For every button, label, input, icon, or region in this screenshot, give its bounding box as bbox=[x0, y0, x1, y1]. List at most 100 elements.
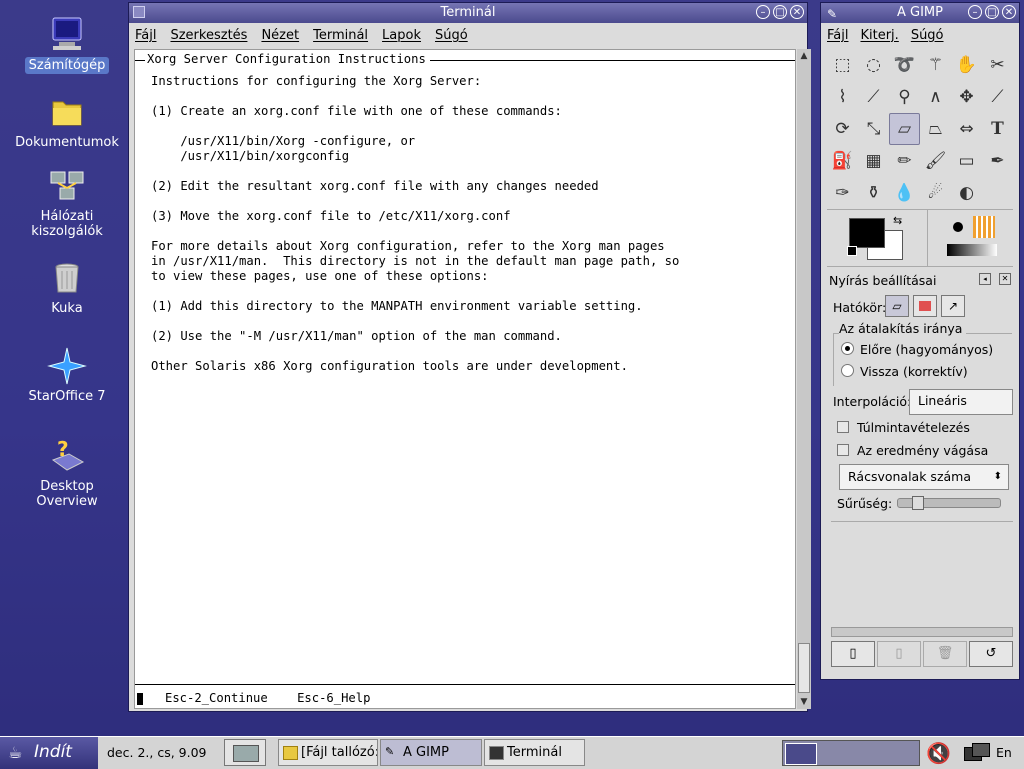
flip-icon[interactable]: ⇔ bbox=[951, 113, 982, 145]
bucket-fill-icon[interactable]: ⛽ bbox=[827, 145, 858, 177]
maximize-button[interactable]: □ bbox=[773, 5, 787, 19]
ellipse-select-icon[interactable]: ◌ bbox=[858, 49, 889, 81]
menu-file[interactable]: Fájl bbox=[135, 28, 156, 43]
scope-layer-button[interactable]: ▱ bbox=[885, 295, 909, 317]
zoom-icon[interactable]: ⚲ bbox=[889, 81, 920, 113]
start-button[interactable]: ☕ Indít bbox=[0, 737, 98, 769]
gimp-toolbox-window[interactable]: ✎ A GIMP – □ ✕ Fájl Kiterj. Súgó ⬚ ◌ ➰ ⚚… bbox=[820, 2, 1020, 680]
delete-options-icon[interactable]: 🗑 bbox=[923, 641, 967, 667]
menu-edit[interactable]: Szerkesztés bbox=[170, 28, 247, 43]
terminal-window[interactable]: Terminál – □ ✕ Fájl Szerkesztés Nézet Te… bbox=[128, 2, 811, 712]
blur-icon[interactable]: 💧 bbox=[889, 177, 920, 209]
density-slider-handle[interactable] bbox=[912, 496, 924, 510]
task-gimp[interactable]: ✎ A GIMP bbox=[380, 739, 482, 766]
minimize-button[interactable]: – bbox=[756, 5, 770, 19]
density-label: Sűrűség: bbox=[837, 496, 893, 511]
scale-icon[interactable]: ⤡ bbox=[858, 113, 889, 145]
menu-terminal[interactable]: Terminál bbox=[313, 28, 368, 43]
interpolation-select[interactable]: Lineáris bbox=[909, 389, 1013, 415]
perspective-icon[interactable]: ⏢ bbox=[920, 113, 951, 145]
eraser-icon[interactable]: ▭ bbox=[951, 145, 982, 177]
terminal-titlebar[interactable]: Terminál – □ ✕ bbox=[129, 3, 807, 23]
panel-close-icon[interactable]: ✕ bbox=[999, 273, 1011, 285]
task-terminal[interactable]: Terminál bbox=[484, 739, 585, 766]
volume-muted-icon[interactable]: 🔇 bbox=[926, 741, 951, 765]
menu-help[interactable]: Súgó bbox=[911, 28, 944, 43]
terminal-icon bbox=[489, 746, 504, 760]
close-button[interactable]: ✕ bbox=[790, 5, 804, 19]
workspace-switcher[interactable] bbox=[782, 740, 920, 766]
move-icon[interactable]: ✥ bbox=[951, 81, 982, 113]
magic-wand-icon[interactable]: ⚚ bbox=[920, 49, 951, 81]
desktop-icon-trash[interactable]: Kuka bbox=[12, 258, 122, 316]
scope-path-button[interactable]: ↗ bbox=[941, 295, 965, 317]
menu-file[interactable]: Fájl bbox=[827, 28, 848, 43]
scroll-down-arrow-icon[interactable]: ▼ bbox=[797, 695, 811, 709]
gradient-preview-icon[interactable] bbox=[947, 244, 997, 256]
menu-extensions[interactable]: Kiterj. bbox=[860, 28, 898, 43]
rotate-icon[interactable]: ⟳ bbox=[827, 113, 858, 145]
show-desktop-icon[interactable] bbox=[224, 739, 266, 766]
keyboard-layout[interactable]: En bbox=[996, 745, 1012, 760]
direction-backward-option[interactable]: Vissza (korrektív) bbox=[841, 364, 968, 379]
network-monitor-icon[interactable] bbox=[962, 741, 990, 765]
maximize-button[interactable]: □ bbox=[985, 5, 999, 19]
desktop-icon-documents[interactable]: Dokumentumok bbox=[12, 92, 122, 150]
blend-icon[interactable]: ▦ bbox=[858, 145, 889, 177]
supersampling-checkbox[interactable]: Túlmintavételezés bbox=[837, 420, 970, 435]
grid-mode-select[interactable]: Rácsvonalak száma ⬍ bbox=[839, 464, 1009, 490]
desktop-icon-staroffice[interactable]: StarOffice 7 bbox=[12, 346, 122, 404]
clock[interactable]: dec. 2., cs, 9.09 bbox=[107, 745, 206, 760]
scrollbar-thumb[interactable] bbox=[798, 643, 810, 693]
save-options-icon[interactable]: ▯ bbox=[831, 641, 875, 667]
airbrush-icon[interactable]: ✒ bbox=[982, 145, 1013, 177]
crop-icon[interactable]: ⟋ bbox=[982, 81, 1013, 113]
window-menu-icon[interactable] bbox=[133, 6, 145, 18]
scroll-up-arrow-icon[interactable]: ▲ bbox=[797, 49, 811, 63]
desktop-icon-computer[interactable]: Számítógép bbox=[12, 14, 122, 74]
close-button[interactable]: ✕ bbox=[1002, 5, 1016, 19]
paintbrush-icon[interactable]: 🖌 bbox=[920, 145, 951, 177]
task-file-browser[interactable]: [Fájl tallózó: / bbox=[278, 739, 378, 766]
swap-colors-icon[interactable]: ⇆ bbox=[893, 214, 902, 227]
terminal-scrollbar[interactable]: ▲ ▼ bbox=[797, 49, 811, 709]
gimp-wilber-icon[interactable]: ✎ bbox=[827, 4, 837, 24]
default-colors-icon[interactable] bbox=[847, 246, 857, 256]
smudge-icon[interactable]: ☄ bbox=[920, 177, 951, 209]
desktop-icon-network[interactable]: Hálózati kiszolgálók bbox=[12, 166, 122, 239]
color-picker-icon[interactable]: ⟋ bbox=[858, 81, 889, 113]
pattern-preview-icon[interactable] bbox=[973, 216, 995, 238]
restore-options-icon[interactable]: ▯ bbox=[877, 641, 921, 667]
ink-icon[interactable]: ✑ bbox=[827, 177, 858, 209]
java-cup-icon: ☕ bbox=[8, 743, 23, 762]
menu-view[interactable]: Nézet bbox=[261, 28, 299, 43]
desktop-icon-label: Hálózati kiszolgálók bbox=[31, 209, 103, 239]
reset-options-icon[interactable]: ↺ bbox=[969, 641, 1013, 667]
gimp-titlebar[interactable]: ✎ A GIMP – □ ✕ bbox=[821, 3, 1019, 23]
checkbox-icon bbox=[837, 444, 849, 456]
density-slider[interactable] bbox=[897, 496, 1001, 510]
menu-tabs[interactable]: Lapok bbox=[382, 28, 421, 43]
text-icon[interactable]: T bbox=[982, 113, 1013, 145]
panel-menu-icon[interactable]: ◂ bbox=[979, 273, 991, 285]
workspace-1[interactable] bbox=[785, 743, 817, 765]
clone-icon[interactable]: ⚱ bbox=[858, 177, 889, 209]
paths-icon[interactable]: ⌇ bbox=[827, 81, 858, 113]
shear-icon[interactable]: ▱ bbox=[889, 113, 920, 145]
options-hscroll[interactable] bbox=[831, 627, 1013, 637]
desktop-icon-overview[interactable]: ? Desktop Overview bbox=[12, 436, 122, 509]
scope-selection-button[interactable] bbox=[913, 295, 937, 317]
dodge-burn-icon[interactable]: ◐ bbox=[951, 177, 982, 209]
direction-forward-option[interactable]: Előre (hagyományos) bbox=[841, 342, 993, 357]
rect-select-icon[interactable]: ⬚ bbox=[827, 49, 858, 81]
minimize-button[interactable]: – bbox=[968, 5, 982, 19]
clip-result-checkbox[interactable]: Az eredmény vágása bbox=[837, 443, 988, 458]
brush-preview-icon[interactable] bbox=[953, 222, 963, 232]
menu-help[interactable]: Súgó bbox=[435, 28, 468, 43]
lasso-icon[interactable]: ➰ bbox=[889, 49, 920, 81]
measure-icon[interactable]: ∧ bbox=[920, 81, 951, 113]
terminal-screen[interactable]: Xorg Server Configuration Instructions I… bbox=[134, 49, 796, 709]
color-select-icon[interactable]: ✋ bbox=[951, 49, 982, 81]
scissors-icon[interactable]: ✂ bbox=[982, 49, 1013, 81]
pencil-icon[interactable]: ✏ bbox=[889, 145, 920, 177]
